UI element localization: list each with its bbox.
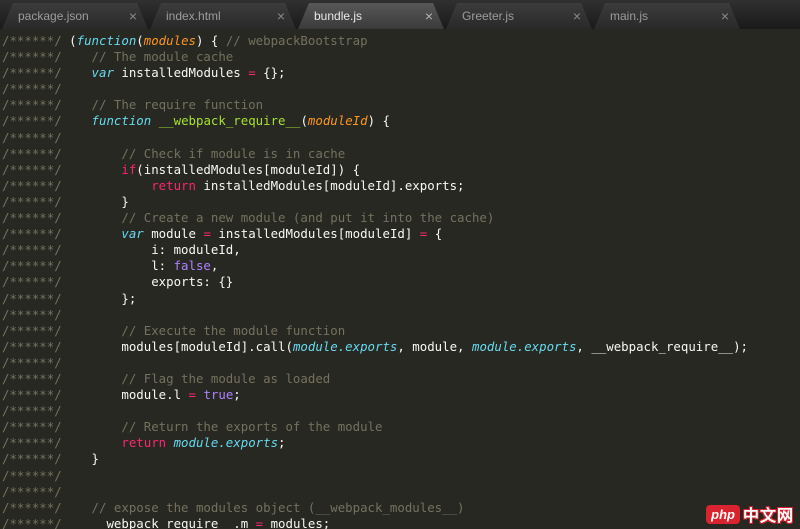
code-line[interactable]: /******/ return installedModules[moduleI… bbox=[2, 178, 800, 194]
code-line[interactable]: /******/ bbox=[2, 468, 800, 484]
code-line[interactable]: /******/ module.l = true; bbox=[2, 387, 800, 403]
code-line[interactable]: /******/ // Check if module is in cache bbox=[2, 146, 800, 162]
code-line[interactable]: /******/ if(installedModules[moduleId]) … bbox=[2, 162, 800, 178]
code-line[interactable]: /******/ } bbox=[2, 194, 800, 210]
code-line[interactable]: /******/ // Execute the module function bbox=[2, 323, 800, 339]
code-line[interactable]: /******/ // The module cache bbox=[2, 49, 800, 65]
code-line[interactable]: /******/ } bbox=[2, 451, 800, 467]
tab-label: index.html bbox=[166, 9, 221, 23]
tab-main-js[interactable]: main.js × bbox=[594, 3, 740, 29]
code-line[interactable]: /******/ modules[moduleId].call(module.e… bbox=[2, 339, 800, 355]
tab-close-icon[interactable]: × bbox=[129, 9, 137, 23]
tab-label: Greeter.js bbox=[462, 9, 515, 23]
tab-close-icon[interactable]: × bbox=[277, 9, 285, 23]
code-line[interactable]: /******/ return module.exports; bbox=[2, 435, 800, 451]
tab-label: bundle.js bbox=[314, 9, 363, 23]
code-line[interactable]: /******/ bbox=[2, 307, 800, 323]
tab-label: package.json bbox=[18, 9, 89, 23]
code-line[interactable]: /******/ // Return the exports of the mo… bbox=[2, 419, 800, 435]
code-line[interactable]: /******/ function __webpack_require__(mo… bbox=[2, 113, 800, 129]
editor-window: package.json × index.html × bundle.js × Greete… bbox=[0, 0, 800, 529]
code-area[interactable]: /******/ (function(modules) { // webpack… bbox=[0, 29, 800, 529]
code-line[interactable]: /******/ // The require function bbox=[2, 97, 800, 113]
code-line[interactable]: /******/ bbox=[2, 81, 800, 97]
tab-close-icon[interactable]: × bbox=[573, 9, 581, 23]
tab-bundle-js[interactable]: bundle.js × bbox=[298, 3, 444, 29]
tab-bar: package.json × index.html × bundle.js × Greete… bbox=[0, 0, 800, 29]
code-line[interactable]: /******/ bbox=[2, 130, 800, 146]
code-line[interactable]: /******/ bbox=[2, 403, 800, 419]
code-line[interactable]: /******/ var module = installedModules[m… bbox=[2, 226, 800, 242]
code-line[interactable]: /******/ // Create a new module (and put… bbox=[2, 210, 800, 226]
code-line[interactable]: /******/ i: moduleId, bbox=[2, 242, 800, 258]
tab-close-icon[interactable]: × bbox=[425, 9, 433, 23]
tab-greeter-js[interactable]: Greeter.js × bbox=[446, 3, 592, 29]
code-line[interactable]: /******/ __webpack_require__.m = modules… bbox=[2, 516, 800, 529]
code-line[interactable]: /******/ // expose the modules object (_… bbox=[2, 500, 800, 516]
code-line[interactable]: /******/ l: false, bbox=[2, 258, 800, 274]
code-line[interactable]: /******/ // Flag the module as loaded bbox=[2, 371, 800, 387]
code-line[interactable]: /******/ }; bbox=[2, 291, 800, 307]
tab-package-json[interactable]: package.json × bbox=[2, 3, 148, 29]
tab-close-icon[interactable]: × bbox=[721, 9, 729, 23]
tab-label: main.js bbox=[610, 9, 649, 23]
code-line[interactable]: /******/ var installedModules = {}; bbox=[2, 65, 800, 81]
code-line[interactable]: /******/ bbox=[2, 484, 800, 500]
tab-index-html[interactable]: index.html × bbox=[150, 3, 296, 29]
code-line[interactable]: /******/ bbox=[2, 355, 800, 371]
code-line[interactable]: /******/ (function(modules) { // webpack… bbox=[2, 33, 800, 49]
code-line[interactable]: /******/ exports: {} bbox=[2, 274, 800, 290]
